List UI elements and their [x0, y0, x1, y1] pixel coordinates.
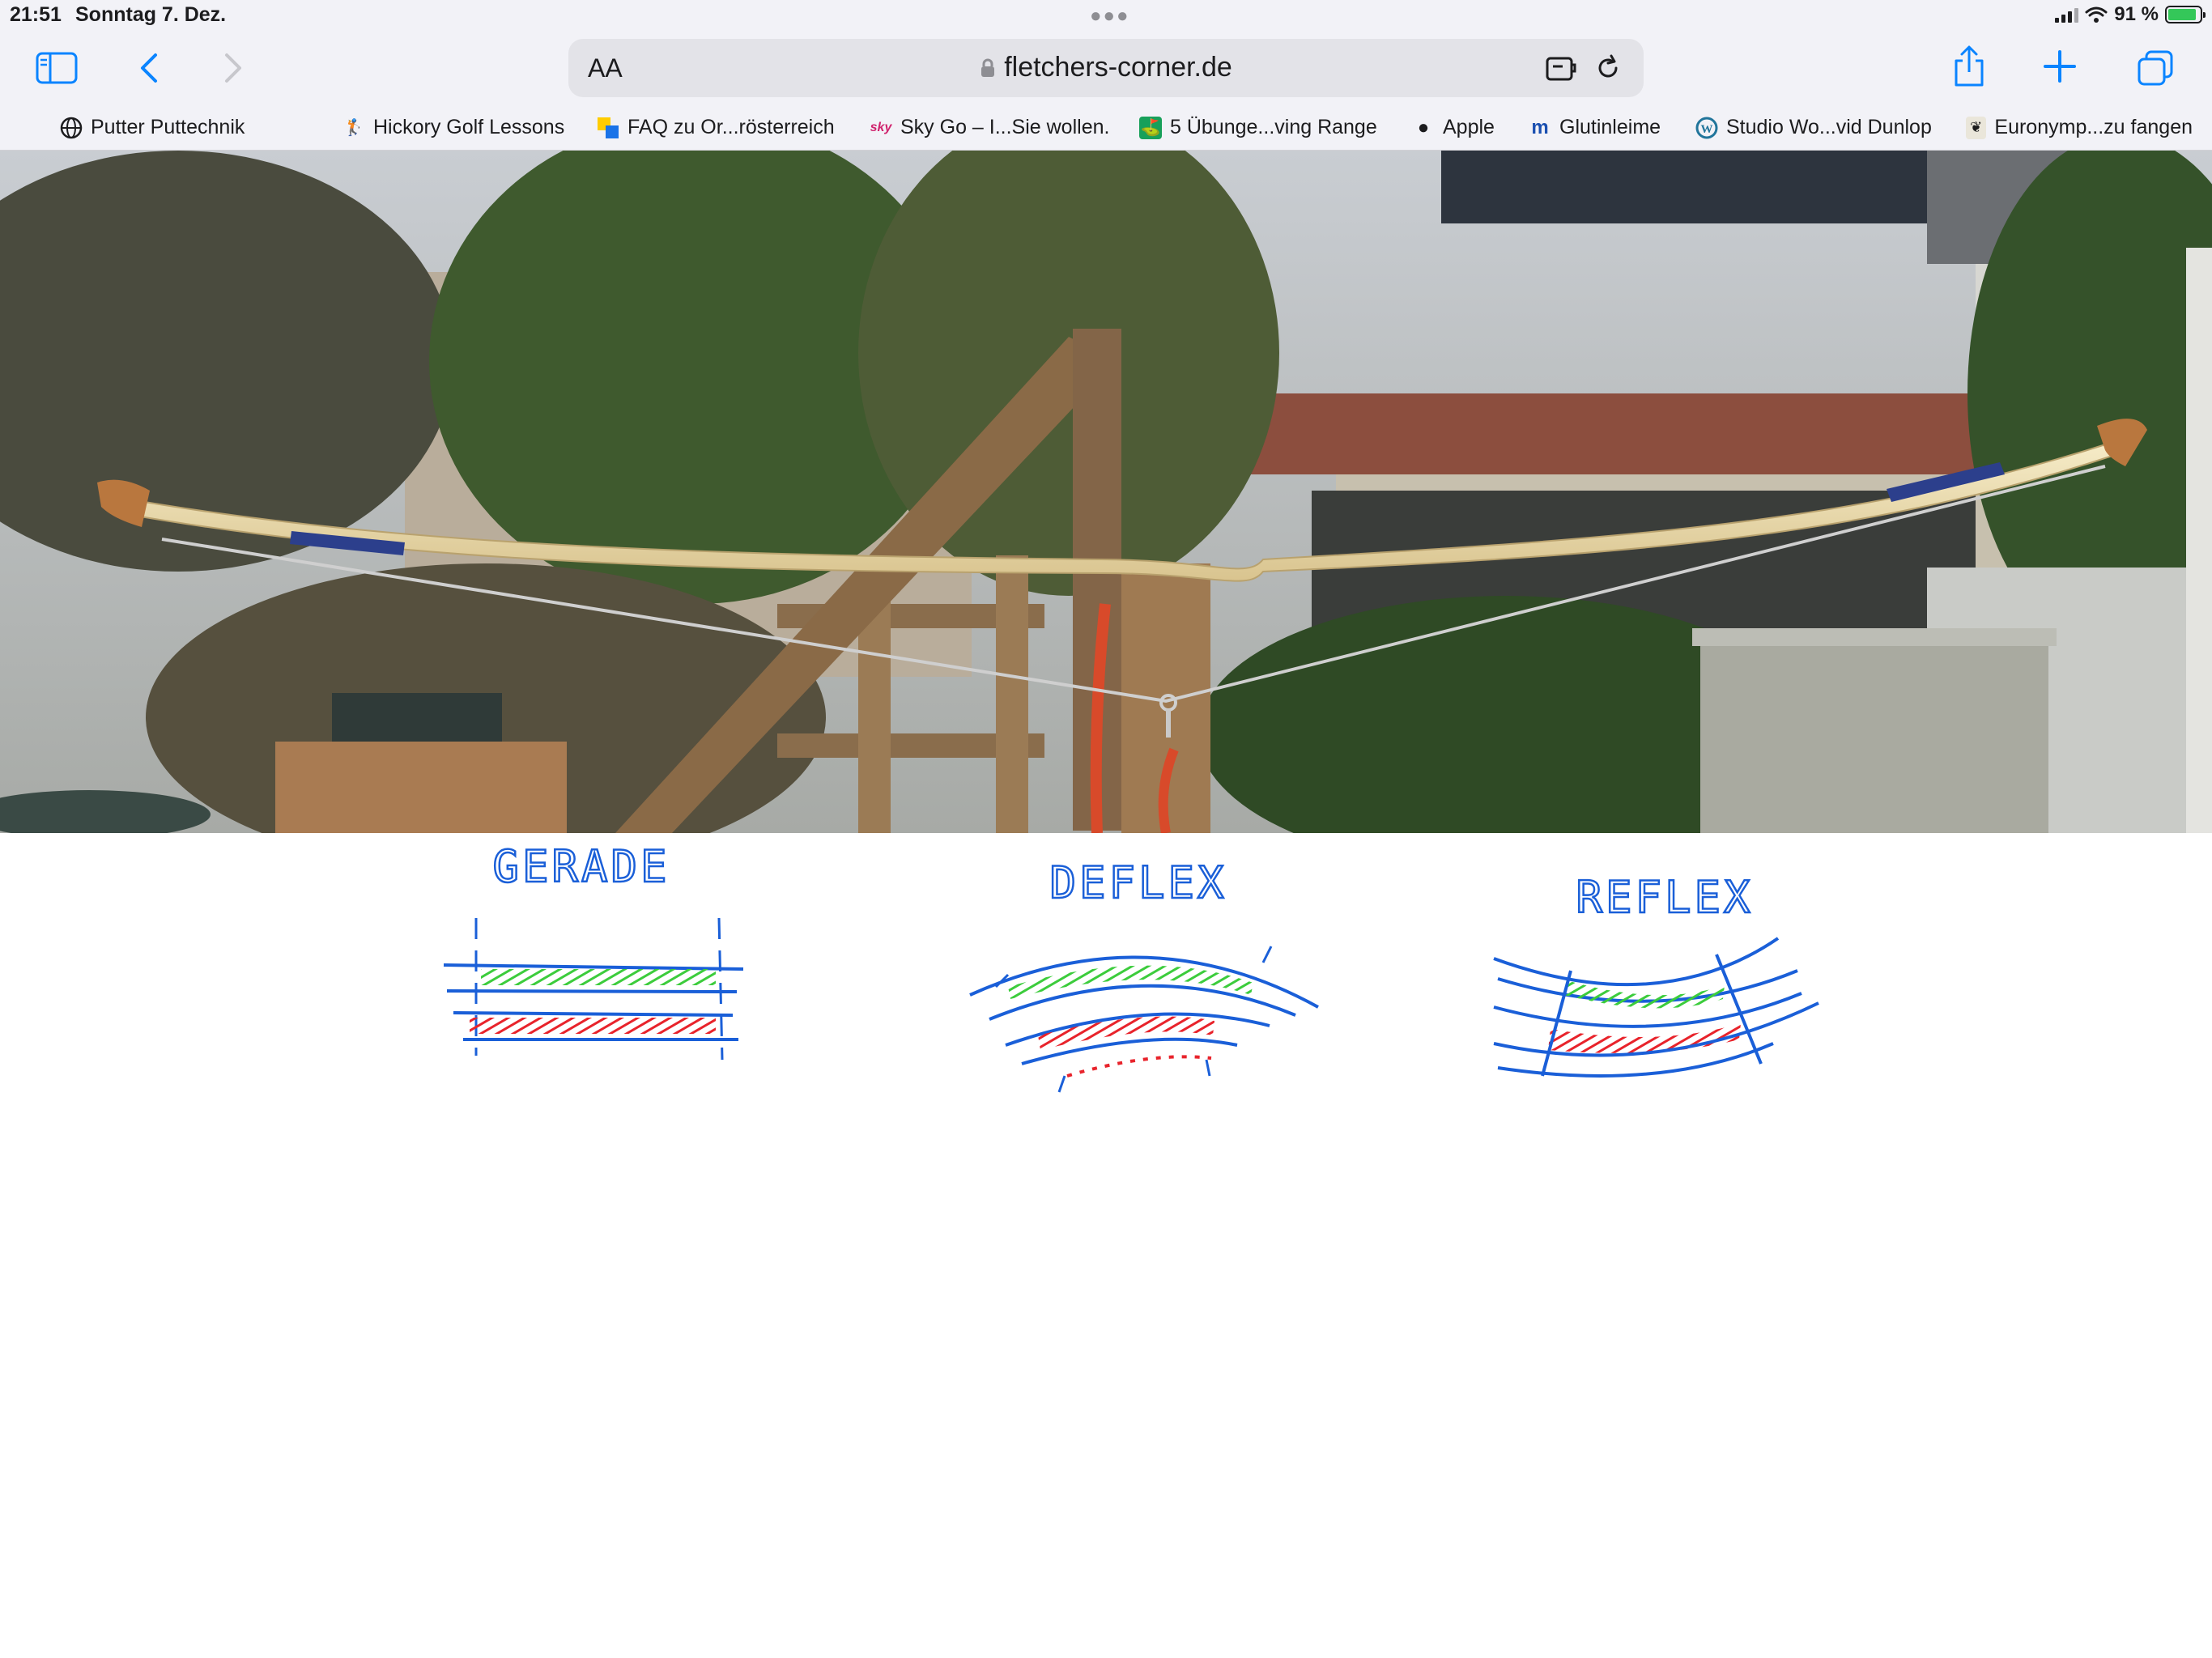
sidebar-toggle-icon[interactable]	[34, 50, 79, 86]
globe-icon	[60, 117, 83, 139]
multitasking-dots-icon[interactable]: ●●●	[1090, 5, 1130, 28]
bow-photo	[0, 151, 2212, 833]
url-field[interactable]: fletchers-corner.de	[568, 52, 1644, 83]
bookmark-item[interactable]: ⛳ 5 Übunge...ving Range	[1139, 116, 1412, 139]
browser-toolbar: AA fletchers-corner.de	[0, 32, 2212, 105]
diagram-title-gerade: GERADE	[492, 841, 670, 892]
fly-icon: ❦	[1966, 116, 1987, 139]
diagram-title-deflex: DEFLEX	[1049, 857, 1227, 908]
wordpress-icon: W	[1695, 117, 1718, 139]
golfer-icon: 🏌	[343, 119, 364, 137]
apple-icon: ●	[1417, 116, 1430, 138]
battery-percent: 91 %	[2114, 3, 2159, 25]
bookmark-item[interactable]: 🏌 Hickory Golf Lessons	[342, 116, 597, 139]
bookmark-item[interactable]: Putter Puttechnik	[60, 116, 342, 139]
back-button[interactable]	[134, 49, 164, 87]
bookmark-item[interactable]: m Glutinleime	[1529, 116, 1695, 139]
new-tab-button[interactable]	[2042, 49, 2078, 84]
bookmark-label: Putter Puttechnik	[91, 116, 245, 138]
bookmark-label: 5 Übunge...ving Range	[1170, 116, 1377, 138]
bookmark-item[interactable]: W Studio Wo...vid Dunlop	[1695, 116, 1966, 139]
diagram-deflex: DEFLEX	[969, 857, 1319, 1093]
diagram-gerade: GERADE	[443, 840, 744, 1061]
bookmark-label: Glutinleime	[1559, 116, 1661, 138]
bookmark-label: FAQ zu Or...rösterreich	[627, 116, 835, 138]
bookmark-label: Hickory Golf Lessons	[373, 116, 565, 138]
bookmark-label: Sky Go – I...Sie wollen.	[900, 116, 1110, 138]
diagram-reflex: REFLEX	[1493, 871, 1819, 1078]
cellular-signal-icon	[2055, 6, 2079, 23]
url-text: fletchers-corner.de	[1004, 52, 1232, 83]
bookmark-label: Euronymp...zu fangen	[1994, 116, 2193, 138]
forward-button[interactable]	[219, 49, 248, 87]
address-bar[interactable]: AA fletchers-corner.de	[568, 39, 1644, 97]
bookmark-label: Apple	[1443, 116, 1495, 138]
extensions-icon[interactable]	[1543, 52, 1579, 84]
m-icon: m	[1531, 116, 1549, 138]
lock-icon	[981, 58, 995, 77]
reload-icon[interactable]	[1592, 52, 1624, 84]
wifi-icon	[2085, 6, 2108, 23]
golf-green-icon: ⛳	[1139, 116, 1162, 139]
squares-icon	[597, 117, 619, 139]
share-button[interactable]	[1951, 42, 1987, 91]
bookmark-item[interactable]: sky Sky Go – I...Sie wollen.	[870, 116, 1139, 139]
tabs-overview-button[interactable]	[2136, 49, 2175, 87]
status-indicators: 91 %	[2055, 3, 2206, 26]
bookmark-item[interactable]: ❦ Euronymp...zu fangen	[1966, 116, 2193, 139]
status-date: Sonntag 7. Dez.	[75, 3, 227, 26]
sky-icon: sky	[870, 120, 892, 134]
status-time: 21:51	[10, 3, 62, 26]
diagram-title-reflex: REFLEX	[1576, 872, 1753, 923]
bookmark-item[interactable]: FAQ zu Or...rösterreich	[597, 116, 870, 139]
bookmark-item[interactable]: ● Apple	[1412, 116, 1529, 139]
limb-profile-diagrams: GERADE DEFLEX REFLEX	[0, 833, 2212, 1124]
bookmark-label: Studio Wo...vid Dunlop	[1726, 116, 1932, 138]
svg-text:W: W	[1701, 123, 1713, 136]
status-bar: 21:51 Sonntag 7. Dez. ●●● 91 %	[0, 0, 2212, 32]
battery-icon	[2165, 6, 2206, 23]
favorites-bar: Putter Puttechnik 🏌 Hickory Golf Lessons …	[0, 105, 2212, 151]
